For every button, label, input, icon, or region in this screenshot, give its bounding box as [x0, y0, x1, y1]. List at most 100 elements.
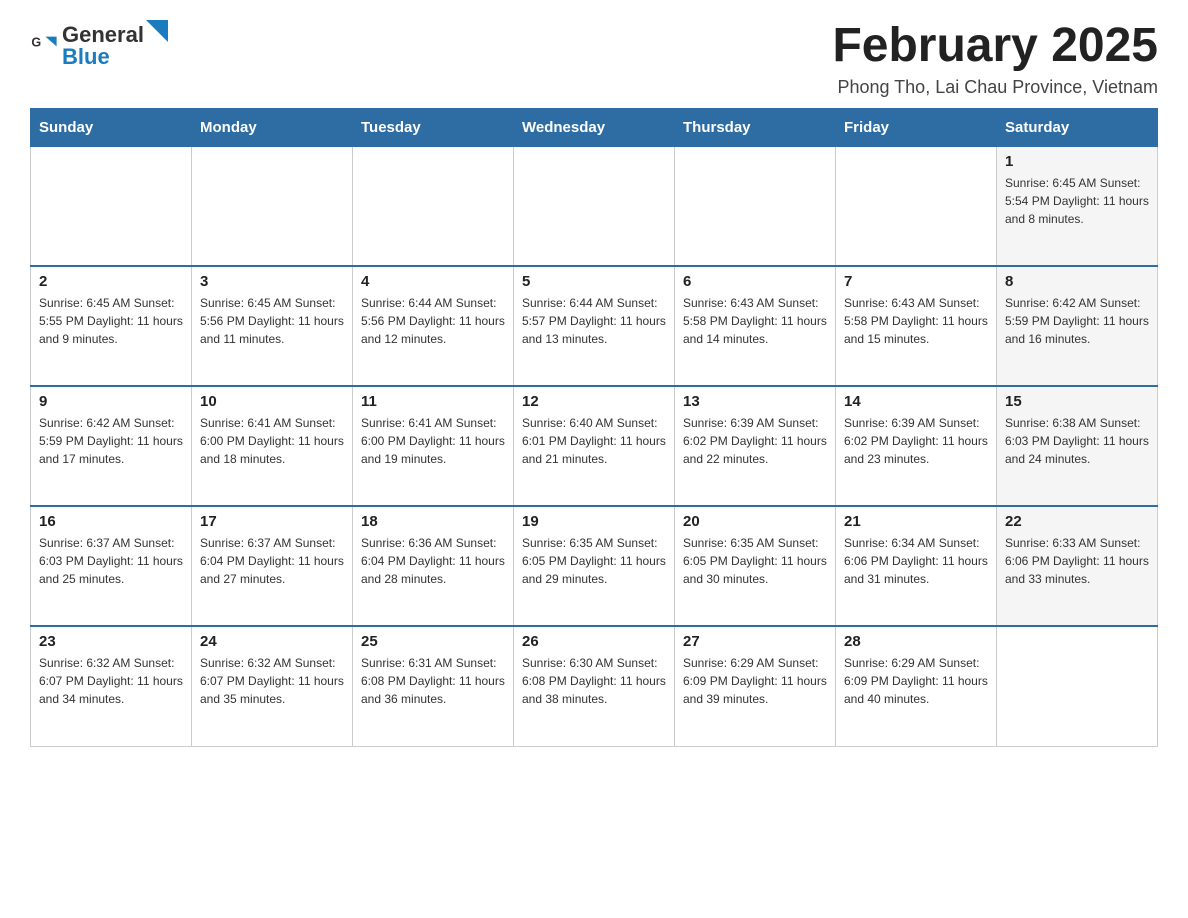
day-number: 11 [361, 393, 505, 410]
calendar-cell [31, 146, 192, 266]
day-info: Sunrise: 6:45 AM Sunset: 5:56 PM Dayligh… [200, 294, 344, 348]
day-info: Sunrise: 6:45 AM Sunset: 5:55 PM Dayligh… [39, 294, 183, 348]
calendar-week-row: 1 Sunrise: 6:45 AM Sunset: 5:54 PM Daylig… [31, 146, 1158, 266]
day-header-tuesday: Tuesday [353, 108, 514, 146]
day-info: Sunrise: 6:42 AM Sunset: 5:59 PM Dayligh… [39, 414, 183, 468]
day-number: 1 [1005, 153, 1149, 170]
day-info: Sunrise: 6:40 AM Sunset: 6:01 PM Dayligh… [522, 414, 666, 468]
calendar-cell [353, 146, 514, 266]
day-number: 5 [522, 273, 666, 290]
day-number: 21 [844, 513, 988, 530]
logo-arrow-icon [146, 20, 168, 42]
day-number: 23 [39, 633, 183, 650]
day-header-monday: Monday [192, 108, 353, 146]
day-info: Sunrise: 6:33 AM Sunset: 6:06 PM Dayligh… [1005, 534, 1149, 588]
day-number: 24 [200, 633, 344, 650]
title-area: February 2025 Phong Tho, Lai Chau Provin… [832, 20, 1158, 98]
day-number: 20 [683, 513, 827, 530]
day-number: 13 [683, 393, 827, 410]
day-header-wednesday: Wednesday [514, 108, 675, 146]
day-number: 10 [200, 393, 344, 410]
day-number: 2 [39, 273, 183, 290]
day-info: Sunrise: 6:39 AM Sunset: 6:02 PM Dayligh… [844, 414, 988, 468]
calendar-cell: 5 Sunrise: 6:44 AM Sunset: 5:57 PM Daylig… [514, 266, 675, 386]
day-info: Sunrise: 6:45 AM Sunset: 5:54 PM Dayligh… [1005, 174, 1149, 228]
day-header-sunday: Sunday [31, 108, 192, 146]
day-number: 17 [200, 513, 344, 530]
day-number: 9 [39, 393, 183, 410]
day-info: Sunrise: 6:34 AM Sunset: 6:06 PM Dayligh… [844, 534, 988, 588]
day-number: 14 [844, 393, 988, 410]
calendar-cell: 12 Sunrise: 6:40 AM Sunset: 6:01 PM Dayli… [514, 386, 675, 506]
logo-blue-text: Blue [62, 44, 110, 69]
day-number: 8 [1005, 273, 1149, 290]
day-info: Sunrise: 6:37 AM Sunset: 6:04 PM Dayligh… [200, 534, 344, 588]
day-info: Sunrise: 6:44 AM Sunset: 5:57 PM Dayligh… [522, 294, 666, 348]
day-number: 6 [683, 273, 827, 290]
day-info: Sunrise: 6:30 AM Sunset: 6:08 PM Dayligh… [522, 654, 666, 708]
calendar-table: SundayMondayTuesdayWednesdayThursdayFrid… [30, 108, 1158, 747]
month-title: February 2025 [832, 20, 1158, 73]
day-info: Sunrise: 6:41 AM Sunset: 6:00 PM Dayligh… [361, 414, 505, 468]
calendar-week-row: 23Sunrise: 6:32 AM Sunset: 6:07 PM Dayli… [31, 626, 1158, 746]
calendar-cell: 22 Sunrise: 6:33 AM Sunset: 6:06 PM Dayli… [997, 506, 1158, 626]
day-number: 26 [522, 633, 666, 650]
calendar-cell: 6 Sunrise: 6:43 AM Sunset: 5:58 PM Daylig… [675, 266, 836, 386]
calendar-cell: 3 Sunrise: 6:45 AM Sunset: 5:56 PM Daylig… [192, 266, 353, 386]
calendar-cell: 23Sunrise: 6:32 AM Sunset: 6:07 PM Dayli… [31, 626, 192, 746]
calendar-cell [514, 146, 675, 266]
day-number: 18 [361, 513, 505, 530]
day-number: 12 [522, 393, 666, 410]
calendar-cell: 24Sunrise: 6:32 AM Sunset: 6:07 PM Dayli… [192, 626, 353, 746]
calendar-cell: 27 Sunrise: 6:29 AM Sunset: 6:09 PM Dayli… [675, 626, 836, 746]
calendar-week-row: 2 Sunrise: 6:45 AM Sunset: 5:55 PM Daylig… [31, 266, 1158, 386]
day-number: 3 [200, 273, 344, 290]
calendar-week-row: 9 Sunrise: 6:42 AM Sunset: 5:59 PM Daylig… [31, 386, 1158, 506]
page-header: G General Blue February 2025 Phong Tho, … [30, 20, 1158, 98]
calendar-cell: 4 Sunrise: 6:44 AM Sunset: 5:56 PM Daylig… [353, 266, 514, 386]
calendar-cell: 7 Sunrise: 6:43 AM Sunset: 5:58 PM Daylig… [836, 266, 997, 386]
day-info: Sunrise: 6:35 AM Sunset: 6:05 PM Dayligh… [683, 534, 827, 588]
calendar-cell: 8 Sunrise: 6:42 AM Sunset: 5:59 PM Daylig… [997, 266, 1158, 386]
day-info: Sunrise: 6:39 AM Sunset: 6:02 PM Dayligh… [683, 414, 827, 468]
calendar-cell: 11 Sunrise: 6:41 AM Sunset: 6:00 PM Dayli… [353, 386, 514, 506]
svg-text:G: G [31, 35, 41, 49]
day-info: Sunrise: 6:41 AM Sunset: 6:00 PM Dayligh… [200, 414, 344, 468]
day-info: Sunrise: 6:35 AM Sunset: 6:05 PM Dayligh… [522, 534, 666, 588]
day-info: Sunrise: 6:37 AM Sunset: 6:03 PM Dayligh… [39, 534, 183, 588]
calendar-cell: 14 Sunrise: 6:39 AM Sunset: 6:02 PM Dayli… [836, 386, 997, 506]
logo-icon: G [30, 31, 58, 59]
day-info: Sunrise: 6:44 AM Sunset: 5:56 PM Dayligh… [361, 294, 505, 348]
day-number: 7 [844, 273, 988, 290]
calendar-cell [192, 146, 353, 266]
calendar-cell [675, 146, 836, 266]
calendar-cell: 13 Sunrise: 6:39 AM Sunset: 6:02 PM Dayli… [675, 386, 836, 506]
day-info: Sunrise: 6:29 AM Sunset: 6:09 PM Dayligh… [844, 654, 988, 708]
calendar-cell [836, 146, 997, 266]
day-header-saturday: Saturday [997, 108, 1158, 146]
day-info: Sunrise: 6:43 AM Sunset: 5:58 PM Dayligh… [844, 294, 988, 348]
day-info: Sunrise: 6:43 AM Sunset: 5:58 PM Dayligh… [683, 294, 827, 348]
calendar-cell [997, 626, 1158, 746]
calendar-header-row: SundayMondayTuesdayWednesdayThursdayFrid… [31, 108, 1158, 146]
logo: G General Blue [30, 20, 168, 70]
calendar-cell: 25 Sunrise: 6:31 AM Sunset: 6:08 PM Dayli… [353, 626, 514, 746]
day-number: 4 [361, 273, 505, 290]
calendar-cell: 9 Sunrise: 6:42 AM Sunset: 5:59 PM Daylig… [31, 386, 192, 506]
calendar-cell: 28Sunrise: 6:29 AM Sunset: 6:09 PM Dayli… [836, 626, 997, 746]
calendar-cell: 18 Sunrise: 6:36 AM Sunset: 6:04 PM Dayli… [353, 506, 514, 626]
day-info: Sunrise: 6:42 AM Sunset: 5:59 PM Dayligh… [1005, 294, 1149, 348]
calendar-cell: 10 Sunrise: 6:41 AM Sunset: 6:00 PM Dayli… [192, 386, 353, 506]
day-info: Sunrise: 6:29 AM Sunset: 6:09 PM Dayligh… [683, 654, 827, 708]
day-number: 25 [361, 633, 505, 650]
calendar-cell: 2 Sunrise: 6:45 AM Sunset: 5:55 PM Daylig… [31, 266, 192, 386]
day-number: 19 [522, 513, 666, 530]
day-header-friday: Friday [836, 108, 997, 146]
day-number: 22 [1005, 513, 1149, 530]
day-info: Sunrise: 6:31 AM Sunset: 6:08 PM Dayligh… [361, 654, 505, 708]
day-number: 15 [1005, 393, 1149, 410]
location-text: Phong Tho, Lai Chau Province, Vietnam [832, 77, 1158, 98]
day-number: 27 [683, 633, 827, 650]
day-info: Sunrise: 6:36 AM Sunset: 6:04 PM Dayligh… [361, 534, 505, 588]
calendar-cell: 17 Sunrise: 6:37 AM Sunset: 6:04 PM Dayli… [192, 506, 353, 626]
